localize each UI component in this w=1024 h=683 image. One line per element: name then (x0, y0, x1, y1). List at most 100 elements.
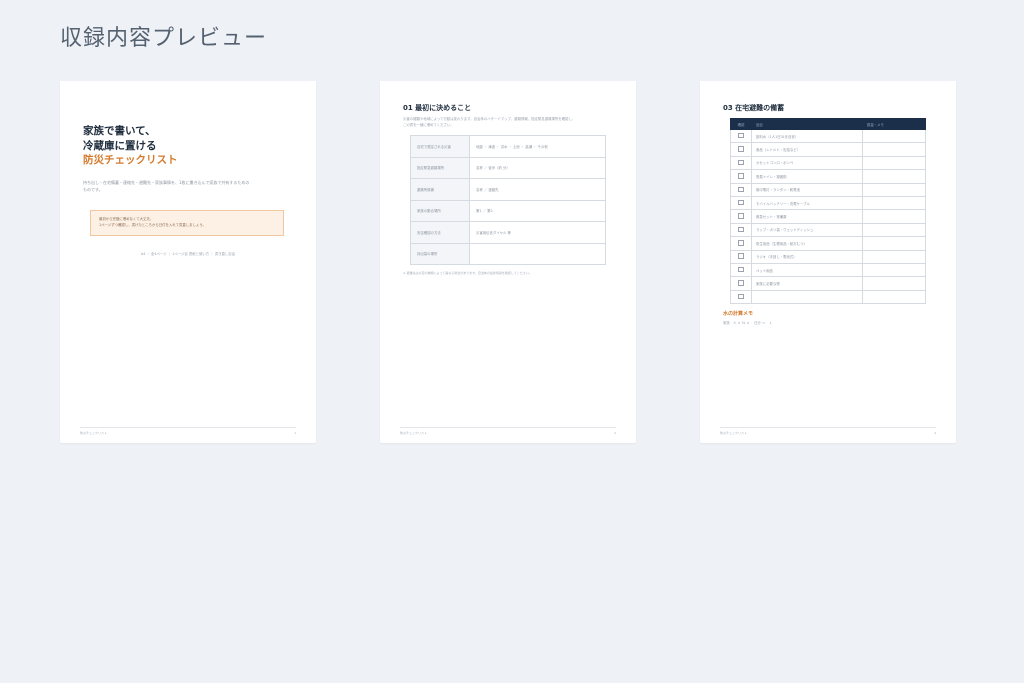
table-row: 懐中電灯・ランタン・乾電池 (730, 182, 926, 197)
row-key: 避難所候補 (410, 178, 470, 201)
checkbox-icon[interactable] (738, 186, 744, 192)
item-memo (862, 276, 926, 291)
section-title: 01 最初に決めること (403, 104, 472, 112)
checkbox-icon[interactable] (738, 226, 744, 233)
item-name: 衛生用品（生理用品・紙おむつ） (751, 236, 863, 251)
checkbox-icon[interactable] (738, 293, 744, 300)
cover-title-line1: 家族で書いて、 (83, 125, 156, 137)
item-memo (862, 249, 926, 264)
row-value: 名称 ／ 連絡先 (469, 178, 606, 201)
checkbox-icon[interactable] (738, 146, 744, 152)
check-cell (730, 155, 752, 171)
cover-title-line3: 防災チェックリスト (83, 154, 178, 166)
check-cell (730, 289, 752, 305)
footer-page-number: 2 (614, 431, 616, 435)
checkbox-icon[interactable] (738, 213, 744, 219)
item-memo (862, 289, 926, 305)
check-cell (730, 169, 752, 184)
check-cell (730, 236, 752, 251)
cover-notice-box: 最初から完璧に埋めなくて大丈夫。 1ページずつ確認し、書けたところから日付を入れ… (90, 210, 284, 236)
table-row: モバイルバッテリー・充電ケーブル (730, 195, 926, 211)
cover-description-line2: ものです。 (83, 187, 103, 192)
row-value: 災害用伝言ダイヤル 等 (469, 221, 606, 244)
item-memo (862, 155, 926, 171)
item-memo (862, 182, 926, 197)
page-footer: 防災チェックリスト 1 (80, 427, 296, 435)
row-key: 指定緊急避難場所 (410, 156, 470, 179)
item-memo (862, 209, 926, 224)
check-cell (730, 276, 752, 291)
item-name: 飲料水（1人1日3Lを目安） (751, 128, 863, 144)
item-memo (862, 169, 926, 184)
table-row: 指定緊急避難場所 名称 ／ 徒歩（約 分） (410, 156, 606, 179)
section-description-line2: この表を一緒に埋めてください。 (403, 122, 454, 127)
item-name: ラップ・ポリ袋・ウェットティッシュ (751, 222, 863, 238)
preview-page-cover[interactable]: 家族で書いて、 冷蔵庫に置ける 防災チェックリスト 持ち出し・在宅備蓄・連絡先・… (60, 81, 316, 443)
checkbox-icon[interactable] (738, 173, 744, 179)
checkbox-icon[interactable] (738, 253, 744, 259)
page-footer: 防災チェックリスト 2 (400, 427, 616, 435)
page-heading: 収録内容プレビュー (60, 26, 268, 51)
item-memo (862, 222, 926, 238)
table-row (730, 289, 926, 305)
cover-description-line1: 持ち出し・在宅備蓄・連絡先・避難先・家族事情を、1枚に書き込んで家族で共有するた… (83, 180, 250, 185)
check-cell (730, 209, 752, 224)
item-name: カセットコンロ・ボンベ (751, 155, 863, 171)
table-note: ※ 避難先は災害の種類によって異なる場合があります。自治体の最新情報を確認してく… (403, 271, 532, 275)
preview-page-stockpile[interactable]: 03 在宅避難の備蓄 確認 品目 数量・メモ 飲料水（1人1日3Lを目安） 食品（… (700, 81, 956, 443)
table-row: 飲料水（1人1日3Lを目安） (730, 128, 926, 144)
section-description: 災害の種類や地域によって行動は変わります。自治体のハザードマップ、避難情報、指定… (403, 117, 615, 128)
row-value: 第1 ／ 第2 (469, 199, 606, 222)
checkbox-icon[interactable] (738, 132, 744, 139)
row-value: 地震 ・ 津波 ・ 洪水 ・ 土砂 ・ 高潮 ・ その他 (469, 135, 606, 158)
table-row: 家族の集合場所 第1 ／ 第2 (410, 199, 606, 222)
cover-meta: A4 ・ 全4ページ ｜ 1ページ目 表紙と使い方 ｜ 書き直し自由 (140, 252, 236, 256)
item-name: 家族に必要な物 (751, 276, 863, 291)
table-row: 食品（レトルト・缶詰など） (730, 142, 926, 157)
footer-page-number: 1 (294, 431, 296, 435)
cover-title: 家族で書いて、 冷蔵庫に置ける 防災チェックリスト (83, 124, 178, 168)
table-row: ラジオ（手回し・電池式） (730, 249, 926, 264)
cover-description: 持ち出し・在宅備蓄・連絡先・避難先・家族事情を、1枚に書き込んで家族で共有するた… (83, 179, 293, 193)
footer-label: 防災チェックリスト (720, 431, 748, 435)
row-value (469, 242, 606, 265)
table-row: 避難所候補 名称 ／ 連絡先 (410, 178, 606, 201)
row-key: 自宅で想定される災害 (410, 135, 470, 158)
table-row: ラップ・ポリ袋・ウェットティッシュ (730, 222, 926, 238)
checkbox-icon[interactable] (738, 159, 744, 166)
table-row: カセットコンロ・ボンベ (730, 155, 926, 171)
table-row: 持出袋の場所 (410, 242, 606, 265)
item-name: 救急セット・常備薬 (751, 209, 863, 224)
checkbox-icon[interactable] (738, 199, 744, 206)
preview-page-decisions[interactable]: 01 最初に決めること 災害の種類や地域によって行動は変わります。自治体のハザー… (380, 81, 636, 443)
section-title: 03 在宅避難の備蓄 (723, 104, 785, 112)
table-row: ペット用品 (730, 262, 926, 278)
item-memo (862, 195, 926, 211)
row-value: 名称 ／ 徒歩（約 分） (469, 156, 606, 179)
check-cell (730, 195, 752, 211)
checkbox-icon[interactable] (738, 240, 744, 246)
check-cell (730, 182, 752, 197)
item-name: 食品（レトルト・缶詰など） (751, 142, 863, 157)
check-cell (730, 262, 752, 278)
table-header-row: 確認 品目 数量・メモ (730, 118, 926, 130)
item-name: 懐中電灯・ランタン・乾電池 (751, 182, 863, 197)
cover-title-line2: 冷蔵庫に置ける (83, 139, 157, 152)
row-key: 持出袋の場所 (410, 242, 470, 265)
item-name (751, 289, 863, 305)
item-name: モバイルバッテリー・充電ケーブル (751, 195, 863, 211)
check-cell (730, 128, 752, 144)
footer-label: 防災チェックリスト (400, 431, 428, 435)
table-row: 衛生用品（生理用品・紙おむつ） (730, 236, 926, 251)
water-memo-title: 水の計算メモ (723, 311, 754, 317)
item-memo (862, 262, 926, 278)
checkbox-icon[interactable] (738, 266, 744, 273)
item-name: 簡易トイレ・凝固剤 (751, 169, 863, 184)
table-row: 簡易トイレ・凝固剤 (730, 169, 926, 184)
cover-notice-line2: 1ページずつ確認し、書けたところから日付を入れて見直しましょう。 (99, 223, 206, 227)
table-row: 安否確認の方法 災害用伝言ダイヤル 等 (410, 221, 606, 244)
checkbox-icon[interactable] (738, 280, 744, 286)
check-cell (730, 142, 752, 157)
footer-page-number: 4 (934, 431, 936, 435)
stockpile-table: 確認 品目 数量・メモ 飲料水（1人1日3Lを目安） 食品（レトルト・缶詰など）カ… (730, 118, 926, 305)
